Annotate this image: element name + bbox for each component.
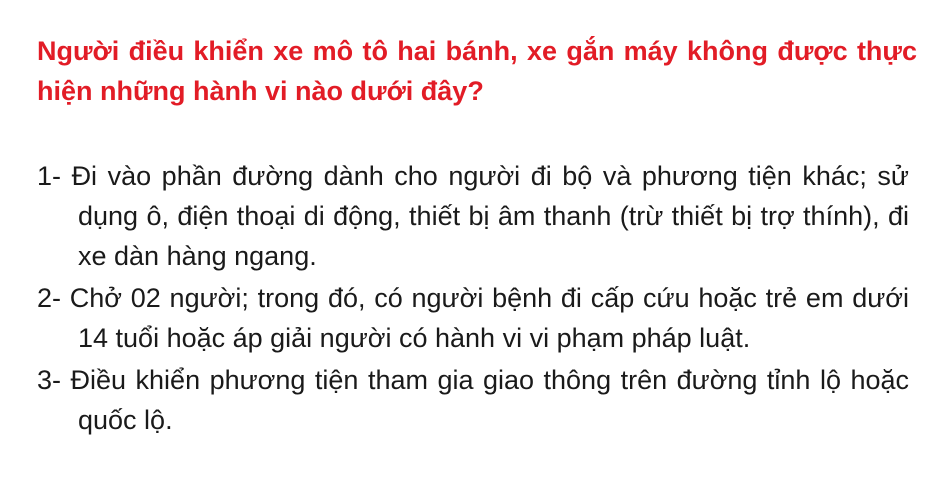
question-slide: Người điều khiển xe mô tô hai bánh, xe g… <box>0 0 945 502</box>
answer-option-1: 1- Đi vào phần đường dành cho người đi b… <box>37 156 909 276</box>
answer-option-text: Đi vào phần đường dành cho người đi bộ v… <box>71 161 909 271</box>
answer-option-text: Chở 02 người; trong đó, có người bệnh đi… <box>69 283 909 353</box>
question-text: Người điều khiển xe mô tô hai bánh, xe g… <box>37 36 917 106</box>
answer-option-number: 3- <box>37 365 71 395</box>
answer-options-list: 1- Đi vào phần đường dành cho người đi b… <box>37 156 909 442</box>
answer-option-3: 3- Điều khiển phương tiện tham gia giao … <box>37 360 909 440</box>
answer-option-text: Điều khiển phương tiện tham gia giao thô… <box>70 365 910 435</box>
answer-option-2: 2- Chở 02 người; trong đó, có người bệnh… <box>37 278 909 358</box>
answer-option-number: 2- <box>37 283 70 313</box>
answer-option-number: 1- <box>37 161 72 191</box>
